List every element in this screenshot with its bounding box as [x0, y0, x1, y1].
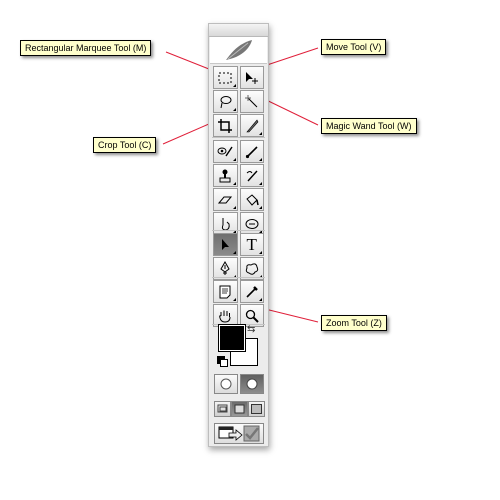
slice-tool-button[interactable]	[239, 114, 264, 137]
submenu-indicator	[232, 108, 236, 111]
submenu-indicator	[232, 206, 236, 209]
eyedropper-icon	[246, 285, 258, 298]
separator	[212, 230, 265, 231]
submenu-indicator	[259, 132, 262, 135]
painting-tools-group	[213, 140, 264, 236]
move-tool-button[interactable]	[239, 66, 264, 89]
magic-wand-icon	[244, 94, 258, 107]
swap-colors-icon[interactable]: ⇆	[247, 324, 255, 335]
separator	[212, 277, 265, 278]
lasso-tool-button[interactable]	[213, 90, 238, 113]
smudge-icon	[222, 217, 230, 231]
submenu-indicator	[259, 158, 262, 161]
magnifier-icon	[245, 309, 259, 323]
hand-icon	[219, 310, 231, 323]
blur-tool-button[interactable]	[213, 212, 238, 235]
healing-brush-tool-button[interactable]	[213, 140, 238, 163]
history-brush-icon	[246, 170, 258, 181]
eyedropper-tool-button[interactable]	[239, 280, 264, 303]
submenu-indicator	[232, 298, 236, 301]
brush-tool-button[interactable]	[239, 140, 264, 163]
custom-shape-icon	[245, 262, 258, 275]
feather-icon	[226, 40, 252, 60]
pen-icon	[220, 261, 230, 275]
eraser-icon	[218, 196, 233, 203]
quick-mask-icon	[246, 378, 258, 390]
move-icon	[245, 71, 258, 84]
jump-to-icon	[218, 425, 260, 442]
submenu-indicator	[232, 182, 236, 185]
marquee-icon	[218, 72, 232, 83]
crop-tool-button[interactable]	[213, 114, 238, 137]
dodge-icon	[245, 218, 259, 229]
tooltip-rectangular-marquee: Rectangular Marquee Tool (M)	[20, 40, 152, 56]
submenu-indicator	[259, 206, 262, 209]
standard-mode-button[interactable]	[214, 374, 238, 394]
slice-icon	[246, 118, 259, 132]
healing-brush-icon	[217, 146, 233, 156]
path-selection-tool-button[interactable]	[213, 233, 238, 256]
submenu-indicator	[232, 251, 236, 254]
paint-bucket-icon	[246, 193, 259, 206]
standard-screen-icon	[217, 404, 228, 413]
lasso-icon	[220, 95, 232, 108]
submenu-indicator	[259, 298, 262, 301]
utility-tools-group	[213, 280, 264, 328]
full-screen-menu-mode-button[interactable]	[231, 401, 248, 417]
clone-stamp-tool-button[interactable]	[213, 164, 238, 187]
standard-mode-icon	[220, 378, 232, 390]
submenu-indicator	[259, 182, 262, 185]
separator	[212, 137, 265, 138]
tooltip-crop-tool: Crop Tool (C)	[93, 137, 157, 153]
type-icon: T	[246, 235, 257, 254]
magic-wand-tool-button[interactable]	[239, 90, 264, 113]
crop-icon	[218, 118, 233, 133]
paint-bucket-tool-button[interactable]	[239, 188, 264, 211]
type-tool-button[interactable]: T	[239, 233, 264, 256]
path-selection-icon	[222, 238, 230, 250]
brush-icon	[245, 145, 258, 158]
tooltip-magic-wand-tool: Magic Wand Tool (W)	[321, 118, 417, 134]
submenu-indicator	[232, 84, 236, 87]
standard-screen-mode-button[interactable]	[214, 401, 231, 417]
full-screen-menu-icon	[234, 404, 245, 414]
clone-stamp-icon	[219, 169, 231, 182]
vector-tools-group: T	[213, 233, 264, 281]
rectangular-marquee-tool-button[interactable]	[213, 66, 238, 89]
full-screen-icon	[251, 404, 262, 414]
quick-mask-mode-button[interactable]	[240, 374, 264, 394]
history-brush-tool-button[interactable]	[239, 164, 264, 187]
jump-to-imageready-button[interactable]	[214, 423, 264, 444]
notes-icon	[219, 285, 231, 298]
eraser-tool-button[interactable]	[213, 188, 238, 211]
palette-logo[interactable]	[210, 37, 267, 64]
palette-title-bar[interactable]	[209, 24, 268, 37]
full-screen-mode-button[interactable]	[248, 401, 265, 417]
tooltip-zoom-tool: Zoom Tool (Z)	[321, 315, 387, 331]
submenu-indicator	[232, 158, 236, 161]
dodge-tool-button[interactable]	[239, 212, 264, 235]
submenu-indicator	[259, 251, 262, 254]
notes-tool-button[interactable]	[213, 280, 238, 303]
foreground-color-swatch[interactable]	[218, 324, 246, 352]
selection-tools-group	[213, 66, 264, 138]
tooltip-move-tool: Move Tool (V)	[321, 39, 387, 55]
tools-palette: T ⇆	[208, 23, 269, 447]
